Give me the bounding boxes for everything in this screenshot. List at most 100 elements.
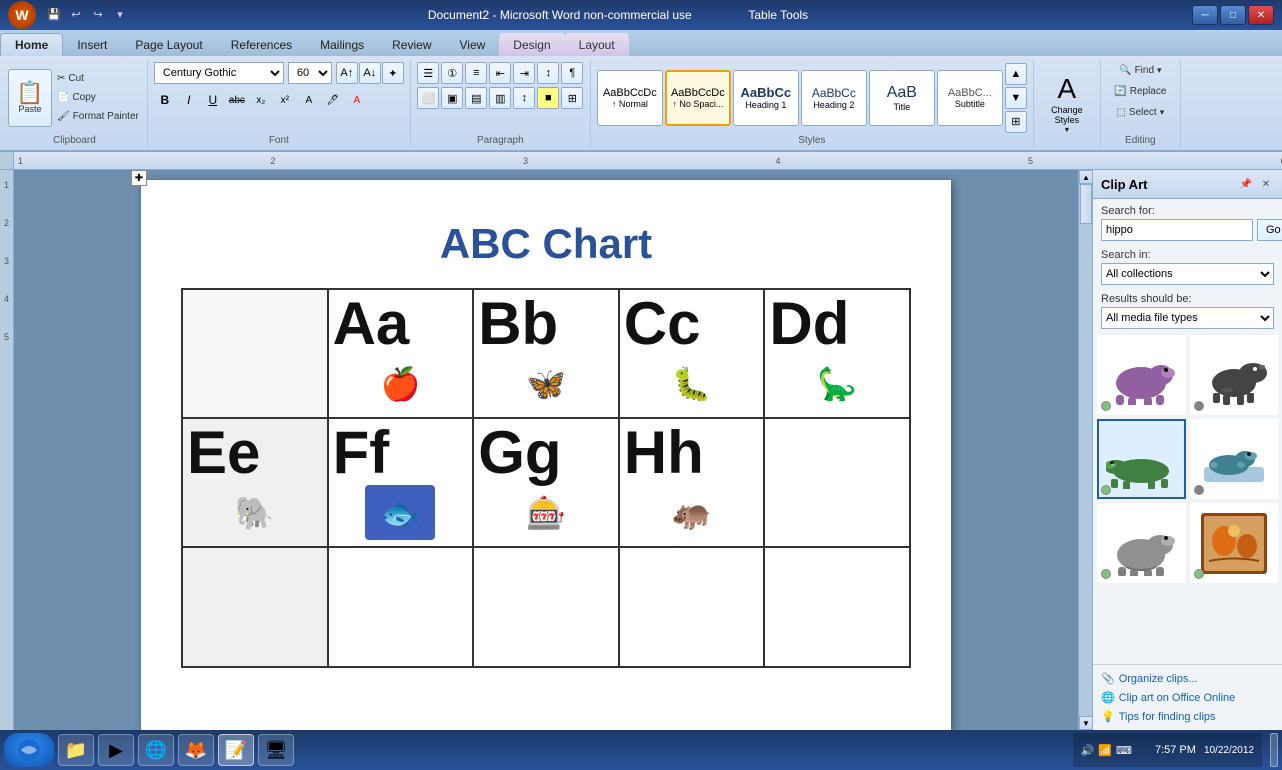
styles-scroll-down[interactable]: ▼ <box>1005 87 1027 109</box>
table-cell-hh[interactable]: Hh 🦛 <box>619 418 765 547</box>
style-heading1[interactable]: AaBbCc Heading 1 <box>733 70 799 126</box>
maximize-button[interactable]: □ <box>1220 5 1246 25</box>
clip-item[interactable] <box>1190 335 1279 415</box>
tab-page-layout[interactable]: Page Layout <box>121 33 216 56</box>
copy-button[interactable]: 📄Copy <box>55 89 141 106</box>
tab-references[interactable]: References <box>217 33 306 56</box>
search-in-select[interactable]: All collections <box>1101 263 1274 285</box>
tab-home[interactable]: Home <box>0 33 63 56</box>
select-button[interactable]: ⬚Select ▾ <box>1114 104 1166 121</box>
font-size-select[interactable]: 60 <box>288 62 332 84</box>
tab-view[interactable]: View <box>446 33 500 56</box>
clip-item[interactable] <box>1190 503 1279 583</box>
close-button[interactable]: ✕ <box>1248 5 1274 25</box>
text-highlight-button[interactable]: 🖊 <box>322 89 344 111</box>
tab-insert[interactable]: Insert <box>63 33 121 56</box>
taskbar-media[interactable]: ▶ <box>98 734 134 766</box>
tray-icon-1: 🔊 <box>1081 744 1095 757</box>
table-cell-ee[interactable]: Ee 🐘 <box>182 418 328 547</box>
bold-button[interactable]: B <box>154 89 176 111</box>
table-cell-ff[interactable]: Ff 🐟 <box>328 418 474 547</box>
tab-design[interactable]: Design <box>499 33 564 56</box>
clear-format-button[interactable]: ✦ <box>382 62 404 84</box>
minimize-button[interactable]: ─ <box>1192 5 1218 25</box>
qat-undo[interactable]: ↩ <box>67 5 85 23</box>
line-spacing-button[interactable]: ↕ <box>513 87 535 109</box>
table-move-handle[interactable]: ✚ <box>131 170 147 186</box>
find-button[interactable]: 🔍Find ▾ <box>1117 62 1163 79</box>
scroll-track[interactable] <box>1079 184 1092 716</box>
table-cell-cc[interactable]: Cc 🐛 <box>619 289 765 418</box>
taskbar-powerpoint[interactable]: 🖥 <box>258 734 294 766</box>
style-title[interactable]: AaB Title <box>869 70 935 126</box>
organize-clips-link[interactable]: 📎 Organize clips... <box>1101 669 1274 688</box>
style-heading2[interactable]: AaBbCc Heading 2 <box>801 70 867 126</box>
sort-button[interactable]: ↕ <box>537 62 559 84</box>
font-increase-button[interactable]: A↑ <box>336 62 358 84</box>
superscript-button[interactable]: x² <box>274 89 296 111</box>
borders-button[interactable]: ⊞ <box>561 87 583 109</box>
bullets-button[interactable]: ☰ <box>417 62 439 84</box>
numbering-button[interactable]: ① <box>441 62 463 84</box>
font-decrease-button[interactable]: A↓ <box>359 62 381 84</box>
taskbar-firefox[interactable]: 🦊 <box>178 734 214 766</box>
font-name-select[interactable]: Century Gothic <box>154 62 284 84</box>
align-right-button[interactable]: ▤ <box>465 87 487 109</box>
office-button[interactable]: W <box>8 1 36 29</box>
scroll-down-button[interactable]: ▼ <box>1079 716 1093 730</box>
clip-item[interactable] <box>1097 503 1186 583</box>
align-center-button[interactable]: ▣ <box>441 87 463 109</box>
font-color-button[interactable]: A <box>346 89 368 111</box>
format-painter-button[interactable]: 🖌Format Painter <box>55 108 141 125</box>
scroll-up-button[interactable]: ▲ <box>1079 170 1093 184</box>
style-normal[interactable]: AaBbCcDc ↑ Normal <box>597 70 663 126</box>
strikethrough-button[interactable]: abc <box>226 89 248 111</box>
increase-indent-button[interactable]: ⇥ <box>513 62 535 84</box>
clip-item[interactable] <box>1097 419 1186 499</box>
paste-button[interactable]: 📋 Paste <box>8 69 52 127</box>
italic-button[interactable]: I <box>178 89 200 111</box>
clip-item[interactable] <box>1190 419 1279 499</box>
table-cell-bb[interactable]: Bb 🦋 <box>473 289 619 418</box>
table-cell-gg[interactable]: Gg 🎰 <box>473 418 619 547</box>
scroll-thumb[interactable] <box>1080 184 1092 224</box>
qat-redo[interactable]: ↪ <box>89 5 107 23</box>
table-cell-aa[interactable]: Aa 🍎 <box>328 289 474 418</box>
qat-save[interactable]: 💾 <box>45 5 63 23</box>
panel-pin-button[interactable]: 📌 <box>1238 176 1254 192</box>
taskbar-word[interactable]: 📝 <box>218 734 254 766</box>
table-cell-dd[interactable]: Dd 🦕 <box>764 289 910 418</box>
qat-dropdown[interactable]: ▾ <box>111 5 129 23</box>
shading-button[interactable]: ■ <box>537 87 559 109</box>
results-select[interactable]: All media file types <box>1101 307 1274 329</box>
taskbar-ie[interactable]: 🌐 <box>138 734 174 766</box>
show-desktop-button[interactable] <box>1270 733 1278 767</box>
tab-review[interactable]: Review <box>378 33 445 56</box>
panel-close-button[interactable]: ✕ <box>1258 176 1274 192</box>
style-no-spacing[interactable]: AaBbCcDc ↑ No Spaci... <box>665 70 731 126</box>
text-effects-button[interactable]: A <box>298 89 320 111</box>
show-hide-button[interactable]: ¶ <box>561 62 583 84</box>
editing-group: 🔍Find ▾ 🔄Replace ⬚Select ▾ Editing <box>1101 60 1181 148</box>
styles-scroll-up[interactable]: ▲ <box>1005 63 1027 85</box>
style-subtitle[interactable]: AaBbC... Subtitle <box>937 70 1003 126</box>
justify-button[interactable]: ▥ <box>489 87 511 109</box>
office-online-link[interactable]: 🌐 Clip art on Office Online <box>1101 688 1274 707</box>
align-left-button[interactable]: ⬜ <box>417 87 439 109</box>
search-input[interactable] <box>1101 219 1253 241</box>
start-button[interactable] <box>4 733 54 767</box>
go-button[interactable]: Go <box>1257 219 1282 241</box>
taskbar-explorer[interactable]: 📁 <box>58 734 94 766</box>
clip-item[interactable] <box>1097 335 1186 415</box>
cut-button[interactable]: ✂Cut <box>55 70 141 87</box>
tab-mailings[interactable]: Mailings <box>306 33 378 56</box>
tab-layout[interactable]: Layout <box>565 33 629 56</box>
underline-button[interactable]: U <box>202 89 224 111</box>
styles-more[interactable]: ⊞ <box>1005 111 1027 133</box>
change-styles-button[interactable]: A Change Styles ▾ <box>1040 71 1094 136</box>
subscript-button[interactable]: x₂ <box>250 89 272 111</box>
decrease-indent-button[interactable]: ⇤ <box>489 62 511 84</box>
replace-button[interactable]: 🔄Replace <box>1112 83 1168 100</box>
tips-link[interactable]: 💡 Tips for finding clips <box>1101 707 1274 726</box>
multilevel-button[interactable]: ≡ <box>465 62 487 84</box>
